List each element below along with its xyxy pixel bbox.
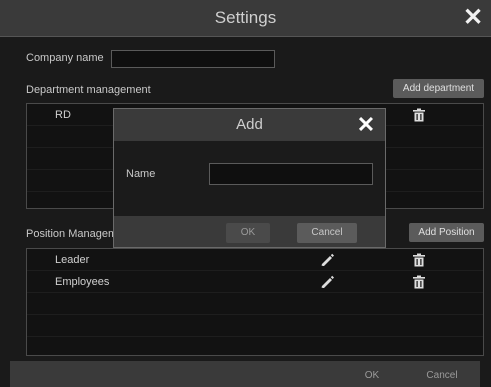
position-name: Leader bbox=[55, 254, 90, 266]
add-position-button[interactable]: Add Position bbox=[409, 223, 484, 242]
close-icon[interactable]: ✕ bbox=[353, 111, 379, 139]
trash-icon[interactable] bbox=[412, 275, 426, 289]
table-row[interactable]: Employees bbox=[27, 271, 483, 293]
cancel-button[interactable]: Cancel bbox=[414, 366, 470, 386]
dialog-title: Add bbox=[236, 116, 263, 133]
dialog-body: Name bbox=[114, 141, 385, 216]
position-table: Leader Employees bbox=[26, 248, 484, 356]
table-row bbox=[27, 315, 483, 337]
footer-bar: OK Cancel bbox=[10, 361, 480, 387]
company-name-input[interactable] bbox=[111, 50, 275, 68]
dialog-header: Add ✕ bbox=[114, 109, 385, 141]
dialog-cancel-button[interactable]: Cancel bbox=[297, 223, 357, 243]
dialog-footer: OK Cancel bbox=[114, 216, 385, 247]
close-icon[interactable]: ✕ bbox=[459, 4, 487, 32]
position-name: Employees bbox=[55, 276, 110, 288]
name-input[interactable] bbox=[209, 163, 373, 185]
add-department-button[interactable]: Add department bbox=[393, 79, 484, 98]
dialog-ok-button[interactable]: OK bbox=[226, 223, 270, 243]
table-row[interactable]: Leader bbox=[27, 249, 483, 271]
trash-icon[interactable] bbox=[412, 108, 426, 122]
title-bar: Settings ✕ bbox=[0, 0, 491, 37]
window-title: Settings bbox=[214, 8, 277, 27]
add-dialog: Add ✕ Name OK Cancel bbox=[113, 108, 386, 248]
pencil-icon[interactable] bbox=[320, 253, 334, 267]
pencil-icon[interactable] bbox=[320, 275, 334, 289]
trash-icon[interactable] bbox=[412, 253, 426, 267]
table-row bbox=[27, 293, 483, 315]
position-management-heading: Position Managem bbox=[26, 228, 118, 240]
department-management-heading: Department management bbox=[26, 84, 151, 96]
name-label: Name bbox=[126, 168, 156, 180]
company-name-label: Company name bbox=[26, 52, 104, 64]
ok-button[interactable]: OK bbox=[348, 366, 396, 386]
department-name: RD bbox=[55, 109, 71, 121]
